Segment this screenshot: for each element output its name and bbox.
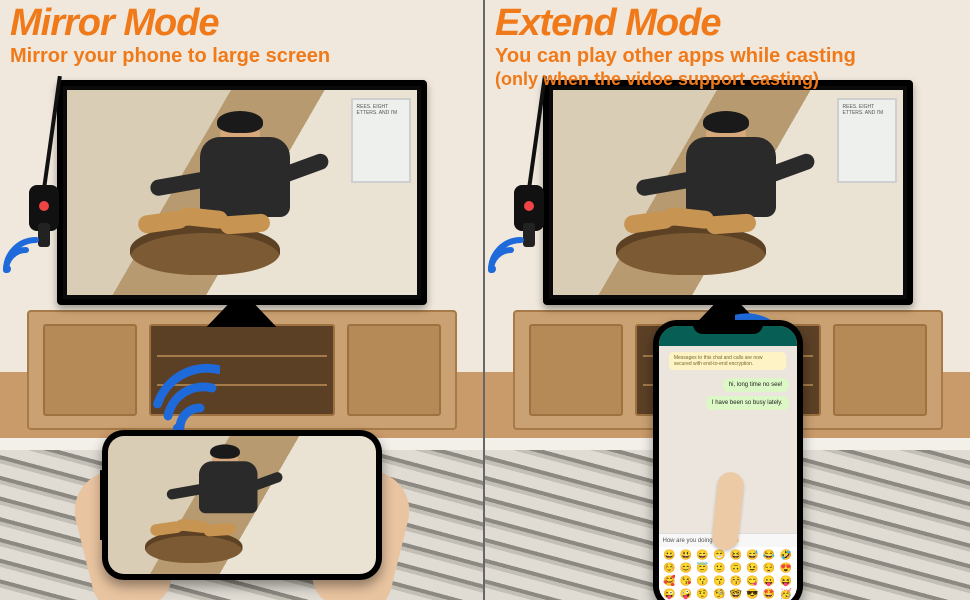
extend-mode-title: Extend Mode bbox=[495, 4, 960, 42]
emoji-key[interactable]: 🤣 bbox=[779, 551, 793, 561]
emoji-key[interactable]: 😄 bbox=[696, 551, 710, 561]
emoji-keyboard[interactable]: 😀😃😄😁😆😅😂🤣 ☺️😊😇🙂🙃😉😌😍 🥰😘😗😙😚😋😛😝 😜🤪🤨🧐🤓😎🤩🥳 bbox=[659, 547, 797, 600]
room-scene: REES. EIGHT ETTERS. AND I'M bbox=[0, 0, 483, 600]
emoji-key[interactable]: 😊 bbox=[679, 564, 693, 574]
wall-poster: REES. EIGHT ETTERS. AND I'M bbox=[351, 98, 411, 183]
chat-message: hi, long time no see! bbox=[723, 378, 789, 392]
emoji-key[interactable]: 🤩 bbox=[762, 590, 776, 600]
hands-holding-phone bbox=[92, 410, 392, 600]
hand-holding-phone: Messages to this chat and calls are now … bbox=[643, 320, 813, 600]
wifi-icon bbox=[485, 230, 531, 280]
emoji-key[interactable]: 😀 bbox=[663, 551, 677, 561]
phone-screen-mirrored bbox=[108, 436, 376, 574]
emoji-key[interactable]: 😌 bbox=[762, 564, 776, 574]
emoji-key[interactable]: 😎 bbox=[746, 590, 760, 600]
phone-portrait[interactable]: Messages to this chat and calls are now … bbox=[653, 320, 803, 600]
emoji-key[interactable]: 😛 bbox=[762, 577, 776, 587]
emoji-key[interactable]: 😅 bbox=[746, 551, 760, 561]
emoji-key[interactable]: ☺️ bbox=[663, 564, 677, 574]
emoji-key[interactable]: 🧐 bbox=[712, 590, 726, 600]
chat-message: I have been so busy lately. bbox=[706, 396, 789, 410]
emoji-key[interactable]: 😉 bbox=[746, 564, 760, 574]
tv-screen: REES. EIGHT ETTERS. AND I'M bbox=[67, 90, 417, 295]
emoji-key[interactable]: 😚 bbox=[729, 577, 743, 587]
emoji-key[interactable]: 😇 bbox=[696, 564, 710, 574]
chat-encryption-notice: Messages to this chat and calls are now … bbox=[669, 352, 786, 370]
emoji-key[interactable]: 😙 bbox=[712, 577, 726, 587]
tv-screen: REES. EIGHT ETTERS. AND I'M bbox=[553, 90, 903, 295]
emoji-key[interactable]: 😗 bbox=[696, 577, 710, 587]
mirror-mode-header: Mirror Mode Mirror your phone to large s… bbox=[0, 0, 483, 71]
emoji-key[interactable]: 😝 bbox=[779, 577, 793, 587]
emoji-key[interactable]: 😜 bbox=[663, 590, 677, 600]
extend-mode-note: (only when the vidoe support casting) bbox=[495, 69, 960, 91]
chat-app-screen: Messages to this chat and calls are now … bbox=[659, 326, 797, 600]
tv: REES. EIGHT ETTERS. AND I'M bbox=[57, 80, 427, 305]
emoji-key[interactable]: 🤓 bbox=[729, 590, 743, 600]
emoji-key[interactable]: 🤪 bbox=[679, 590, 693, 600]
emoji-key[interactable]: 🙃 bbox=[729, 564, 743, 574]
emoji-key[interactable]: 🥰 bbox=[663, 577, 677, 587]
mirror-mode-panel: REES. EIGHT ETTERS. AND I'M bbox=[0, 0, 485, 600]
emoji-key[interactable]: 😆 bbox=[729, 551, 743, 561]
bread-basket bbox=[130, 225, 280, 275]
emoji-key[interactable]: 😃 bbox=[679, 551, 693, 561]
emoji-key[interactable]: 😋 bbox=[746, 577, 760, 587]
extend-mode-header: Extend Mode You can play other apps whil… bbox=[485, 0, 970, 93]
emoji-key[interactable]: 😂 bbox=[762, 551, 776, 561]
emoji-key[interactable]: 🙂 bbox=[712, 564, 726, 574]
mirror-mode-subtitle: Mirror your phone to large screen bbox=[10, 44, 473, 69]
extend-mode-subtitle: You can play other apps while casting bbox=[495, 44, 960, 69]
tv: REES. EIGHT ETTERS. AND I'M bbox=[543, 80, 913, 305]
wall-poster: REES. EIGHT ETTERS. AND I'M bbox=[837, 98, 897, 183]
emoji-key[interactable]: 🥳 bbox=[779, 590, 793, 600]
emoji-key[interactable]: 😘 bbox=[679, 577, 693, 587]
wifi-icon bbox=[0, 230, 46, 280]
emoji-key[interactable]: 🤨 bbox=[696, 590, 710, 600]
mirror-mode-title: Mirror Mode bbox=[10, 4, 473, 42]
emoji-key[interactable]: 😁 bbox=[712, 551, 726, 561]
phone-landscape[interactable] bbox=[102, 430, 382, 580]
extend-mode-panel: REES. EIGHT ETTERS. AND I'M bbox=[485, 0, 970, 600]
emoji-key[interactable]: 😍 bbox=[779, 564, 793, 574]
bread-basket bbox=[616, 225, 766, 275]
